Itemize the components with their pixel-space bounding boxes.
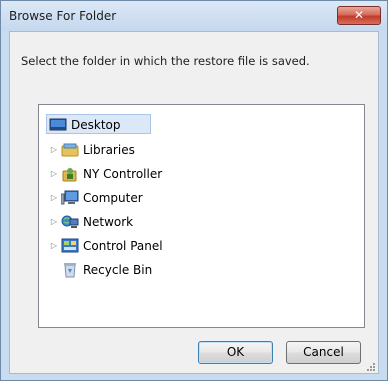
tree-item-label: NY Controller [83,167,163,181]
resize-grip-icon[interactable] [366,361,376,371]
close-icon: ✕ [353,8,365,22]
expand-arrow-icon[interactable]: ▷ [49,188,59,208]
tree-item-computer[interactable]: ▷ Computer [49,188,199,208]
control-panel-icon [61,238,79,254]
tree-item-network[interactable]: ▷ Network [49,212,199,232]
tree-item-label: Libraries [83,143,135,157]
close-button[interactable]: ✕ [337,6,381,25]
desktop-icon [49,117,67,133]
tree-item-recycle-bin[interactable]: Recycle Bin [49,260,209,280]
network-icon [61,214,79,230]
instruction-text: Select the folder in which the restore f… [21,54,310,68]
tree-item-desktop[interactable]: Desktop [46,114,169,135]
tree-item-label: Computer [83,191,143,205]
tree-item-label: Recycle Bin [83,263,153,277]
title-bar[interactable]: Browse For Folder ✕ [1,1,387,31]
dialog-body: Select the folder in which the restore f… [9,31,379,374]
computer-icon [60,190,79,206]
tree-item-label: Control Panel [83,239,163,253]
tree-item-ny-controller[interactable]: ▷ NY Controller [49,164,209,184]
recycle-bin-icon [61,262,79,278]
browse-for-folder-dialog: Browse For Folder ✕ Select the folder in… [0,0,388,381]
tree-item-label: Network [83,215,134,229]
expand-arrow-icon[interactable]: ▷ [49,164,59,184]
libraries-icon [61,142,79,158]
ok-button[interactable]: OK [198,341,273,364]
user-folder-icon [61,166,79,182]
folder-tree[interactable]: Desktop ▷ Libraries ▷ NY Controller ▷ Co… [38,104,365,328]
tree-item-control-panel[interactable]: ▷ Control Panel [49,236,219,256]
tree-item-libraries[interactable]: ▷ Libraries [49,140,189,160]
expand-arrow-icon[interactable]: ▷ [49,212,59,232]
window-title: Browse For Folder [9,9,117,23]
cancel-button[interactable]: Cancel [286,341,361,364]
expand-arrow-icon[interactable]: ▷ [49,236,59,256]
tree-item-label: Desktop [71,118,121,132]
expand-arrow-icon[interactable]: ▷ [49,140,59,160]
